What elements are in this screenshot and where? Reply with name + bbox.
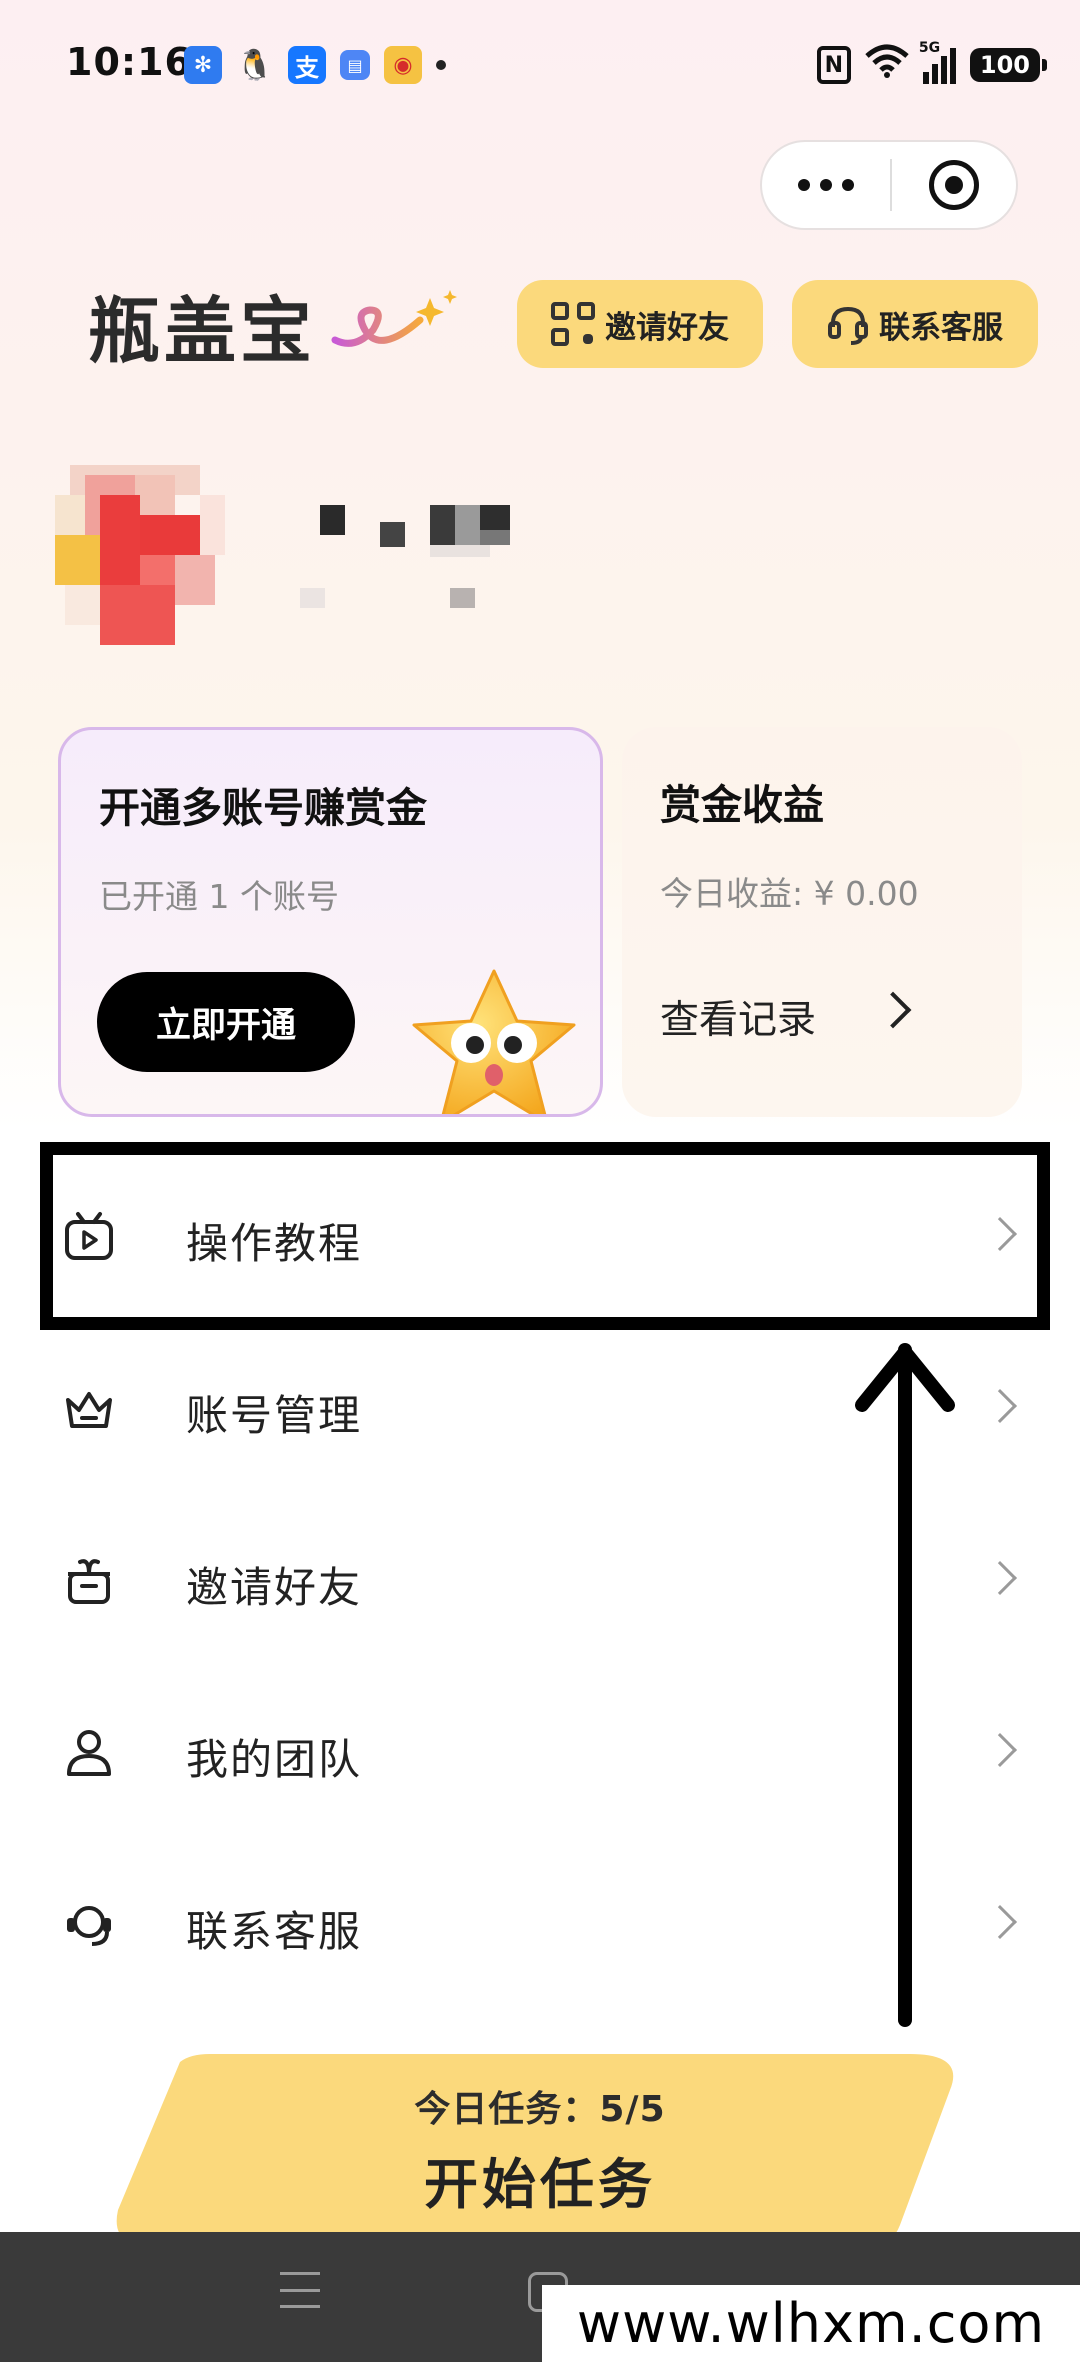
- chevron-right-icon: [983, 1561, 1017, 1595]
- avatar[interactable]: [55, 455, 240, 665]
- start-task-label[interactable]: 开始任务: [0, 2140, 1080, 2219]
- status-indicators: N 5G 100: [816, 40, 1048, 86]
- close-miniprogram-icon[interactable]: [892, 160, 1016, 210]
- crown-icon: [66, 1392, 112, 1428]
- menu-label-contact-service: 联系客服: [186, 1907, 363, 1956]
- weibo-icon: ◉: [384, 46, 422, 84]
- watermark: www.wlhxm.com: [542, 2285, 1080, 2362]
- chevron-right-icon: [983, 1905, 1017, 1939]
- gift-icon: [68, 1559, 110, 1604]
- invite-friends-button[interactable]: 邀请好友: [517, 280, 763, 368]
- user-nickname: [300, 505, 510, 608]
- menu-label-my-team: 我的团队: [186, 1735, 363, 1784]
- message-icon: ▤: [340, 50, 370, 80]
- menu-label-account-management: 账号管理: [186, 1391, 363, 1440]
- pinwheel-app-icon: ✻: [184, 46, 222, 84]
- nfc-icon: N: [816, 46, 851, 84]
- qr-code-icon: [551, 302, 595, 346]
- chevron-right-icon: [983, 1733, 1017, 1767]
- menu-label-invite-friends: 邀请好友: [186, 1563, 363, 1612]
- qq-icon: 🐧: [236, 47, 274, 83]
- invite-friends-label: 邀请好友: [605, 309, 729, 346]
- logo-swirl-icon: [331, 290, 457, 347]
- bounty-title: 赏金收益: [660, 781, 824, 829]
- today-earnings: 今日收益: ¥ 0.00: [660, 874, 919, 913]
- today-task-count: 今日任务：5/5: [414, 2089, 666, 2130]
- star-mascot-icon: [412, 969, 576, 1114]
- chevron-right-icon: [983, 1389, 1017, 1423]
- headset-icon: [67, 1906, 111, 1946]
- chevron-right-icon[interactable]: [874, 991, 912, 1029]
- bounty-earnings-card: 赏金收益 今日收益: ¥ 0.00 查看记录: [622, 727, 1022, 1117]
- open-now-button[interactable]: 立即开通: [97, 972, 355, 1072]
- notification-icons: ✻ 🐧 支 ▤ ◉: [184, 46, 446, 84]
- more-icon[interactable]: [762, 142, 890, 228]
- alipay-icon: 支: [288, 46, 326, 84]
- signal-icon: 5G: [919, 40, 956, 84]
- user-icon: [67, 1730, 111, 1776]
- highlight-box: [40, 1142, 1050, 1330]
- contact-service-button[interactable]: 联系客服: [792, 280, 1038, 368]
- up-arrow-icon: [855, 1343, 955, 2027]
- recent-apps-icon[interactable]: [280, 2272, 320, 2308]
- multi-account-title: 开通多账号赚赏金: [99, 784, 427, 832]
- more-notifications-dot: [436, 60, 446, 70]
- battery-indicator: 100: [969, 48, 1048, 82]
- contact-service-label: 联系客服: [879, 309, 1003, 346]
- multi-account-card[interactable]: 开通多账号赚赏金 已开通 1 个账号 立即开通: [58, 727, 603, 1117]
- view-records-link[interactable]: 查看记录: [660, 989, 816, 1045]
- miniprogram-capsule: [760, 140, 1018, 230]
- network-type: 5G: [918, 40, 941, 56]
- headset-icon: [828, 306, 868, 345]
- wifi-icon: [865, 44, 909, 86]
- app-logo: 瓶盖宝: [88, 289, 317, 373]
- status-time: 10:16: [66, 40, 192, 84]
- multi-account-subtitle: 已开通 1 个账号: [99, 877, 339, 916]
